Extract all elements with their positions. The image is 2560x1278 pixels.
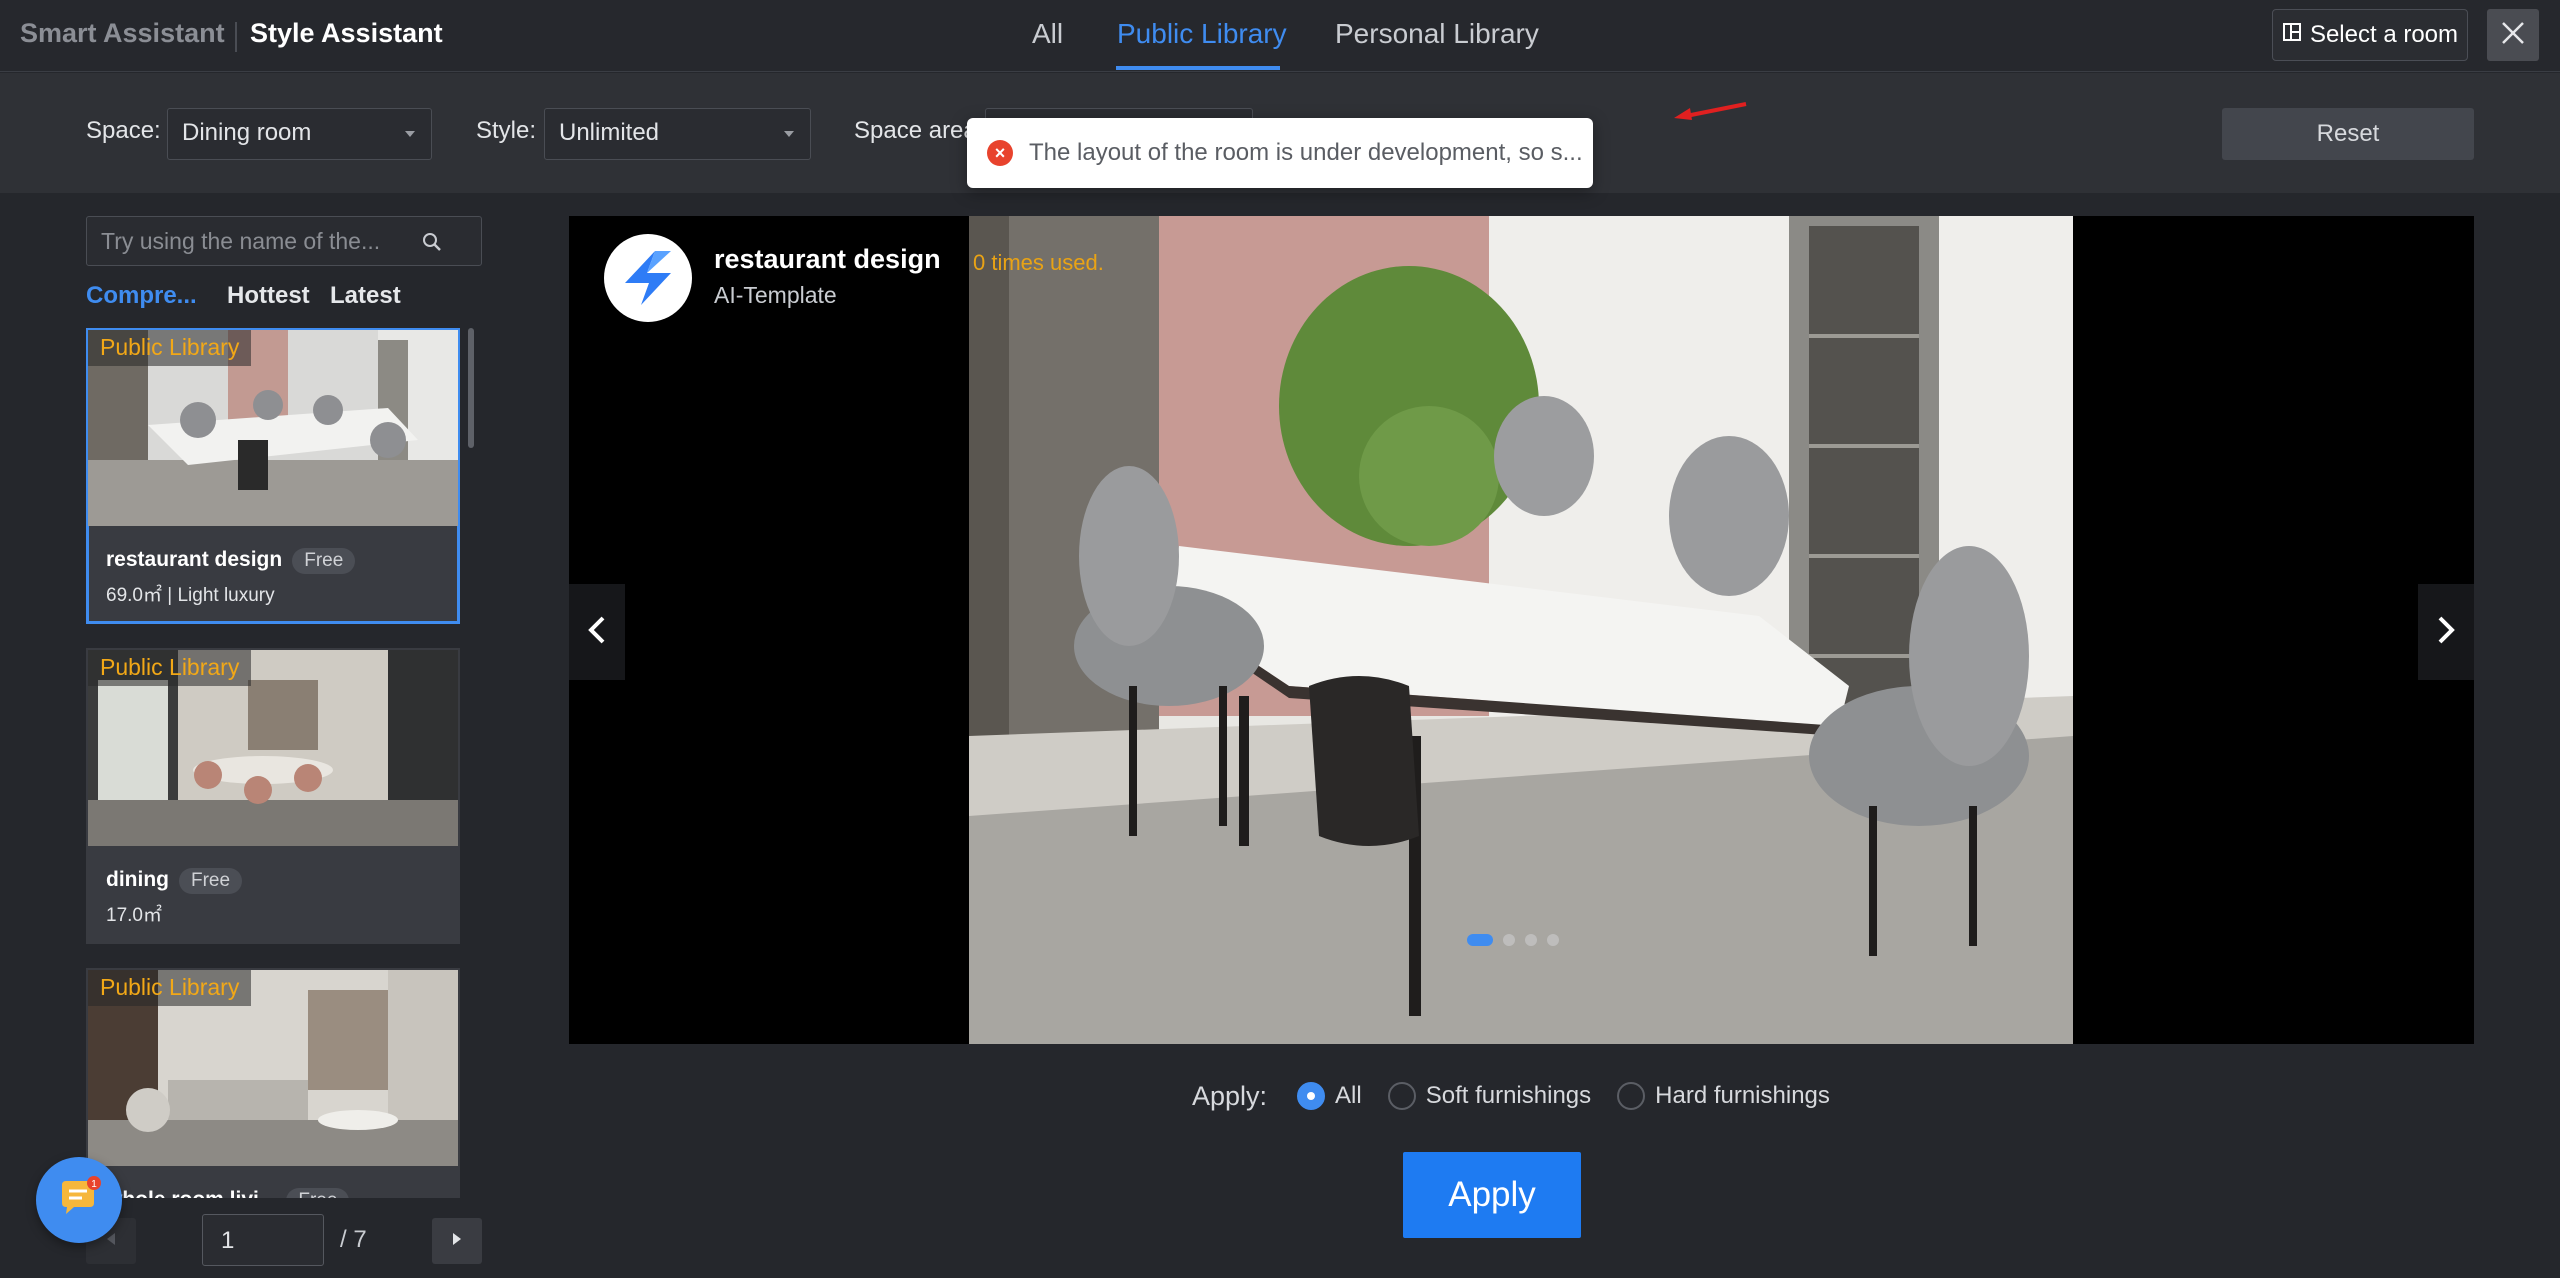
chevron-right-icon	[451, 1232, 463, 1251]
list-scrollbar[interactable]	[468, 328, 474, 448]
template-meta: 69.0㎡ | Light luxury	[106, 585, 275, 606]
style-select[interactable]: Unlimited	[544, 108, 811, 160]
template-name: whole room livi... Free	[106, 1188, 350, 1198]
error-icon: ×	[987, 140, 1013, 166]
radio-unchecked-icon	[1387, 1082, 1416, 1110]
sort-tab-comprehensive[interactable]: Compre...	[86, 282, 197, 310]
active-tab-indicator	[1116, 66, 1280, 70]
slide-dot[interactable]	[1525, 934, 1537, 946]
caret-down-icon	[405, 131, 415, 137]
slide-indicators	[1467, 934, 1559, 946]
price-badge: Free	[292, 548, 356, 574]
current-tool-title: Style Assistant	[250, 18, 443, 48]
brand-title[interactable]: Smart Assistant	[20, 18, 225, 49]
chat-support-button[interactable]: 1	[36, 1157, 122, 1243]
style-assistant-app: Smart Assistant Style Assistant All Publ…	[0, 0, 2560, 1278]
search-input[interactable]	[101, 227, 401, 255]
sort-tab-latest[interactable]: Latest	[330, 282, 401, 310]
tab-all[interactable]: All	[1032, 18, 1063, 50]
style-label: Style:	[476, 117, 537, 144]
select-room-button[interactable]: Select a room	[2272, 9, 2468, 61]
library-badge: Public Library	[88, 650, 252, 686]
page-total: / 7	[340, 1226, 367, 1253]
apply-hard-furnishings-radio[interactable]: Hard furnishings	[1617, 1082, 1830, 1110]
next-slide-button[interactable]	[2418, 584, 2474, 680]
template-card[interactable]: Public Library whole room livi... Free	[86, 968, 460, 1198]
error-toast: × The layout of the room is under develo…	[967, 118, 1593, 188]
close-button[interactable]	[2487, 9, 2539, 61]
radio-unchecked-icon	[1617, 1082, 1646, 1110]
chat-bubble-icon: 1	[56, 1175, 102, 1226]
radio-label: All	[1335, 1082, 1362, 1109]
close-icon	[2500, 20, 2526, 51]
template-meta: 17.0㎡	[106, 905, 162, 926]
tab-public-library[interactable]: Public Library	[1117, 18, 1287, 50]
template-name: restaurant design Free	[106, 548, 356, 574]
template-list: Public Library restaurant design Free 69…	[86, 328, 460, 1198]
toast-message: The layout of the room is under developm…	[1029, 139, 1583, 166]
template-sidebar: Compre... Hottest Latest Public Library	[0, 194, 500, 1278]
chevron-left-icon	[585, 614, 609, 651]
template-search	[86, 216, 482, 266]
chevron-right-icon	[2434, 614, 2458, 651]
apply-all-radio[interactable]: All	[1297, 1082, 1362, 1110]
space-select-value: Dining room	[182, 119, 312, 146]
apply-options-label: Apply:	[1192, 1080, 1268, 1111]
usage-count: 0 times used.	[973, 250, 1104, 275]
template-name-text: dining	[106, 868, 169, 891]
top-header: Smart Assistant Style Assistant All Publ…	[0, 0, 2560, 72]
template-name-text: whole room livi...	[106, 1188, 276, 1198]
template-card[interactable]: Public Library	[86, 648, 460, 944]
reset-button[interactable]: Reset	[2222, 108, 2474, 160]
prev-slide-button[interactable]	[569, 584, 625, 680]
library-badge: Public Library	[88, 970, 252, 1006]
annotation-arrow-icon	[1674, 102, 1747, 120]
apply-button[interactable]: Apply	[1403, 1152, 1581, 1238]
brand-divider	[235, 22, 237, 52]
next-page-button[interactable]	[432, 1218, 482, 1264]
template-name: dining Free	[106, 868, 243, 894]
sort-tab-hottest[interactable]: Hottest	[227, 282, 310, 310]
price-badge: Free	[286, 1188, 350, 1198]
slide-dot[interactable]	[1467, 934, 1493, 946]
radio-checked-icon	[1297, 1082, 1326, 1110]
template-name-text: restaurant design	[106, 548, 283, 571]
preview-subtitle: AI-Template	[714, 282, 837, 308]
floorplan-icon	[2282, 21, 2302, 49]
search-icon[interactable]	[421, 231, 443, 258]
apply-options: Apply: All Soft furnishings Hard furnish…	[1192, 1076, 1856, 1116]
radio-label: Hard furnishings	[1655, 1082, 1830, 1109]
slide-dot[interactable]	[1503, 934, 1515, 946]
chevron-left-icon	[105, 1232, 117, 1251]
template-logo-icon	[604, 234, 692, 322]
page-number-input[interactable]: 1	[202, 1214, 324, 1266]
apply-soft-furnishings-radio[interactable]: Soft furnishings	[1387, 1082, 1592, 1110]
preview-title: restaurant design	[714, 244, 941, 274]
chat-notification-count: 1	[91, 1179, 97, 1190]
template-card[interactable]: Public Library	[86, 328, 460, 624]
caret-down-icon	[784, 131, 794, 137]
space-select[interactable]: Dining room	[167, 108, 432, 160]
preview-image	[969, 216, 2073, 1044]
space-area-label: Space area	[854, 117, 977, 144]
radio-label: Soft furnishings	[1425, 1082, 1592, 1109]
slide-dot[interactable]	[1547, 934, 1559, 946]
price-badge: Free	[178, 868, 243, 894]
template-preview: restaurant design AI-Template 0 times us…	[569, 216, 2474, 1044]
pagination: 1 / 7	[86, 1214, 482, 1268]
tab-personal-library[interactable]: Personal Library	[1335, 18, 1539, 50]
style-select-value: Unlimited	[559, 119, 660, 146]
library-badge: Public Library	[88, 330, 252, 366]
space-label: Space:	[86, 117, 161, 144]
select-room-label: Select a room	[2309, 21, 2459, 48]
